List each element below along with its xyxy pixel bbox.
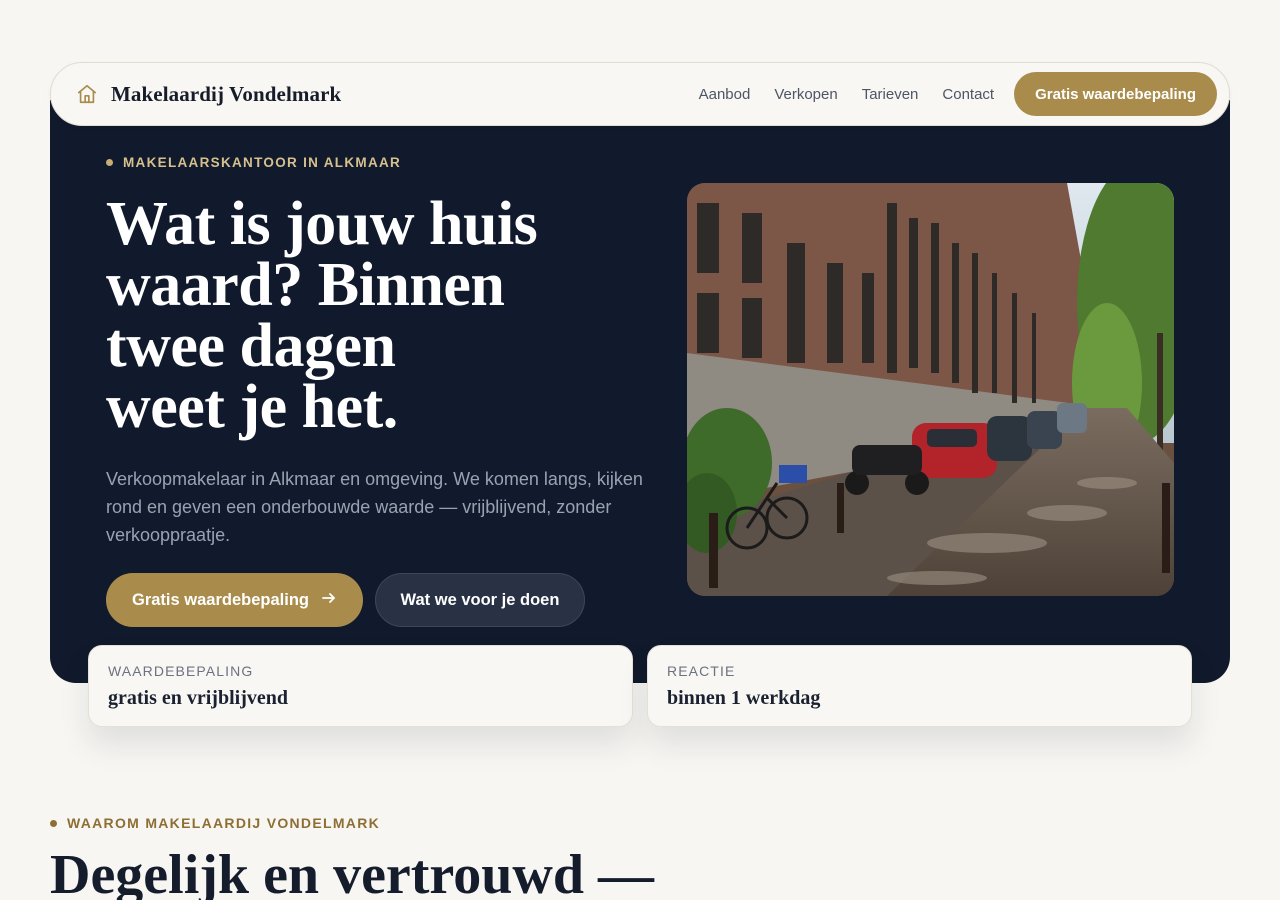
headline-line: twee dagen: [106, 312, 396, 380]
hero-lede: Verkoopmakelaar in Alkmaar en omgeving. …: [106, 469, 643, 545]
arrow-right-icon: [321, 590, 337, 611]
hero-primary-button-label: Gratis waardebepaling: [132, 590, 309, 609]
eyebrow-dot: [106, 159, 113, 166]
nav-cta-button[interactable]: Gratis waardebepaling: [1014, 72, 1217, 116]
headline-line: waard? Binnen: [106, 251, 505, 319]
headline-line: weet je het.: [106, 373, 398, 441]
brand[interactable]: Makelaardij Vondelmark: [75, 82, 341, 107]
card-label: REACTIE: [667, 663, 736, 679]
section-title: Degelijk en vertrouwd —: [50, 844, 654, 900]
eyebrow-dot: [50, 819, 57, 827]
hero-eyebrow: MAKELAARSKANTOOR IN ALKMAAR: [106, 155, 401, 170]
nav-links: Aanbod Verkopen Tarieven Contact Gratis …: [699, 72, 1217, 116]
card-value: gratis en vrijblijvend: [108, 687, 288, 709]
nav-link-contact[interactable]: Contact: [942, 86, 994, 103]
info-card-waardebepaling: WAARDEBEPALING gratis en vrijblijvend: [88, 645, 633, 727]
card-value: binnen 1 werkdag: [667, 687, 821, 709]
hero-eyebrow-text: MAKELAARSKANTOOR IN ALKMAAR: [123, 155, 402, 170]
home-icon: [75, 82, 99, 106]
nav-link-verkopen[interactable]: Verkopen: [774, 86, 837, 103]
hero-primary-button[interactable]: Gratis waardebepaling: [106, 573, 363, 627]
nav-link-tarieven[interactable]: Tarieven: [862, 86, 919, 103]
navbar: Makelaardij Vondelmark Aanbod Verkopen T…: [50, 62, 1230, 126]
canal-street-photo: [687, 183, 1174, 596]
card-label: WAARDEBEPALING: [108, 663, 254, 679]
headline-line: Wat is jouw huis: [106, 190, 538, 258]
section-eyebrow: WAAROM MAKELAARDIJ VONDELMARK: [50, 815, 380, 831]
section-eyebrow-text: WAAROM MAKELAARDIJ VONDELMARK: [67, 815, 381, 831]
brand-name: Makelaardij Vondelmark: [111, 81, 342, 106]
hero-secondary-button[interactable]: Wat we voor je doen: [375, 573, 585, 627]
info-card-reactie: REACTIE binnen 1 werkdag: [647, 645, 1192, 727]
hero-headline: Wat is jouw huis waard? Binnen twee dage…: [106, 190, 666, 441]
nav-link-aanbod[interactable]: Aanbod: [699, 86, 751, 103]
